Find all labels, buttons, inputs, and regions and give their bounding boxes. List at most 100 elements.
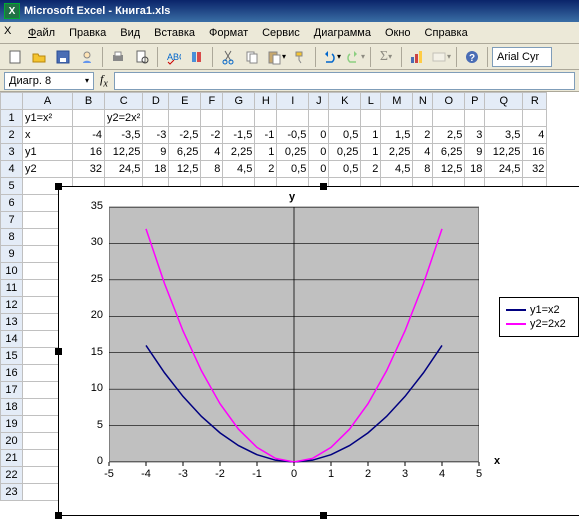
col-header-A[interactable]: A bbox=[23, 93, 73, 110]
cell-H3[interactable]: 1 bbox=[255, 144, 277, 161]
print-icon[interactable] bbox=[107, 46, 129, 68]
cell-G1[interactable] bbox=[223, 110, 255, 127]
row-header-14[interactable]: 14 bbox=[1, 331, 23, 348]
row-header-18[interactable]: 18 bbox=[1, 399, 23, 416]
menu-format[interactable]: Формат bbox=[203, 25, 254, 41]
col-header-D[interactable]: D bbox=[143, 93, 169, 110]
cell-P4[interactable]: 18 bbox=[465, 161, 485, 178]
row-header-15[interactable]: 15 bbox=[1, 348, 23, 365]
row-header-9[interactable]: 9 bbox=[1, 246, 23, 263]
col-header-I[interactable]: I bbox=[277, 93, 309, 110]
cell-Q2[interactable]: 3,5 bbox=[485, 127, 523, 144]
col-header-N[interactable]: N bbox=[413, 93, 433, 110]
cell-C3[interactable]: 12,25 bbox=[105, 144, 143, 161]
resize-handle[interactable] bbox=[55, 183, 62, 190]
font-selector[interactable]: Arial Cyr bbox=[492, 47, 552, 67]
cell-R1[interactable] bbox=[523, 110, 547, 127]
col-header-G[interactable]: G bbox=[223, 93, 255, 110]
row-header-6[interactable]: 6 bbox=[1, 195, 23, 212]
formula-input[interactable] bbox=[114, 72, 575, 90]
row-header-16[interactable]: 16 bbox=[1, 365, 23, 382]
cell-J2[interactable]: 0 bbox=[309, 127, 329, 144]
cell-P3[interactable]: 9 bbox=[465, 144, 485, 161]
worksheet-grid[interactable]: ABCDEFGHIJKLMNOPQR1y1=x²y2=2x²2x-4-3,5-3… bbox=[0, 92, 579, 501]
row-header-13[interactable]: 13 bbox=[1, 314, 23, 331]
cell-N1[interactable] bbox=[413, 110, 433, 127]
menu-file[interactable]: ФФайлайл bbox=[22, 25, 61, 41]
cell-O2[interactable]: 2,5 bbox=[433, 127, 465, 144]
cell-Q3[interactable]: 12,25 bbox=[485, 144, 523, 161]
redo-icon[interactable]: ▾ bbox=[344, 46, 366, 68]
cell-Q4[interactable]: 24,5 bbox=[485, 161, 523, 178]
cell-G2[interactable]: -1,5 bbox=[223, 127, 255, 144]
cell-I1[interactable] bbox=[277, 110, 309, 127]
cell-A1[interactable]: y1=x² bbox=[23, 110, 73, 127]
resize-handle[interactable] bbox=[55, 348, 62, 355]
cell-E1[interactable] bbox=[169, 110, 201, 127]
open-icon[interactable] bbox=[28, 46, 50, 68]
cell-C2[interactable]: -3,5 bbox=[105, 127, 143, 144]
cell-M4[interactable]: 4,5 bbox=[381, 161, 413, 178]
cell-D1[interactable] bbox=[143, 110, 169, 127]
permission-icon[interactable] bbox=[76, 46, 98, 68]
cell-R4[interactable]: 32 bbox=[523, 161, 547, 178]
cut-icon[interactable] bbox=[217, 46, 239, 68]
cell-I2[interactable]: -0,5 bbox=[277, 127, 309, 144]
cell-J1[interactable] bbox=[309, 110, 329, 127]
row-header-4[interactable]: 4 bbox=[1, 161, 23, 178]
legend-item-y2=2x2[interactable]: y2=2x2 bbox=[506, 318, 572, 330]
cell-N4[interactable]: 8 bbox=[413, 161, 433, 178]
cell-G4[interactable]: 4,5 bbox=[223, 161, 255, 178]
cell-F4[interactable]: 8 bbox=[201, 161, 223, 178]
research-icon[interactable] bbox=[186, 46, 208, 68]
row-header-10[interactable]: 10 bbox=[1, 263, 23, 280]
cell-M3[interactable]: 2,25 bbox=[381, 144, 413, 161]
cell-K1[interactable] bbox=[329, 110, 361, 127]
cell-F3[interactable]: 4 bbox=[201, 144, 223, 161]
col-header-P[interactable]: P bbox=[465, 93, 485, 110]
cell-M1[interactable] bbox=[381, 110, 413, 127]
cell-N2[interactable]: 2 bbox=[413, 127, 433, 144]
cell-I3[interactable]: 0,25 bbox=[277, 144, 309, 161]
cell-K2[interactable]: 0,5 bbox=[329, 127, 361, 144]
cell-J3[interactable]: 0 bbox=[309, 144, 329, 161]
col-header-R[interactable]: R bbox=[523, 93, 547, 110]
row-header-19[interactable]: 19 bbox=[1, 416, 23, 433]
cell-A4[interactable]: y2 bbox=[23, 161, 73, 178]
col-header-C[interactable]: C bbox=[105, 93, 143, 110]
cell-H4[interactable]: 2 bbox=[255, 161, 277, 178]
cell-C4[interactable]: 24,5 bbox=[105, 161, 143, 178]
row-header-1[interactable]: 1 bbox=[1, 110, 23, 127]
legend-item-y1=x2[interactable]: y1=x2 bbox=[506, 304, 572, 316]
col-header-L[interactable]: L bbox=[361, 93, 381, 110]
row-header-8[interactable]: 8 bbox=[1, 229, 23, 246]
cell-B2[interactable]: -4 bbox=[73, 127, 105, 144]
help-icon[interactable]: ? bbox=[461, 46, 483, 68]
cell-A3[interactable]: y1 bbox=[23, 144, 73, 161]
copy-icon[interactable] bbox=[241, 46, 263, 68]
resize-handle[interactable] bbox=[320, 183, 327, 190]
resize-handle[interactable] bbox=[320, 512, 327, 519]
undo-icon[interactable]: ▾ bbox=[320, 46, 342, 68]
cell-O3[interactable]: 6,25 bbox=[433, 144, 465, 161]
name-box[interactable]: Диагр. 8▾ bbox=[4, 72, 94, 90]
cell-D2[interactable]: -3 bbox=[143, 127, 169, 144]
cell-K4[interactable]: 0,5 bbox=[329, 161, 361, 178]
row-header-3[interactable]: 3 bbox=[1, 144, 23, 161]
menu-window[interactable]: Окно bbox=[379, 25, 417, 41]
cell-K3[interactable]: 0,25 bbox=[329, 144, 361, 161]
chart-wizard-icon[interactable] bbox=[406, 46, 428, 68]
format-painter-icon[interactable] bbox=[289, 46, 311, 68]
col-header-Q[interactable]: Q bbox=[485, 93, 523, 110]
cell-P1[interactable] bbox=[465, 110, 485, 127]
row-header-2[interactable]: 2 bbox=[1, 127, 23, 144]
col-header-H[interactable]: H bbox=[255, 93, 277, 110]
row-header-12[interactable]: 12 bbox=[1, 297, 23, 314]
row-header-22[interactable]: 22 bbox=[1, 467, 23, 484]
cell-B4[interactable]: 32 bbox=[73, 161, 105, 178]
cell-O1[interactable] bbox=[433, 110, 465, 127]
cell-R3[interactable]: 16 bbox=[523, 144, 547, 161]
resize-handle[interactable] bbox=[55, 512, 62, 519]
cell-E3[interactable]: 6,25 bbox=[169, 144, 201, 161]
cell-E4[interactable]: 12,5 bbox=[169, 161, 201, 178]
